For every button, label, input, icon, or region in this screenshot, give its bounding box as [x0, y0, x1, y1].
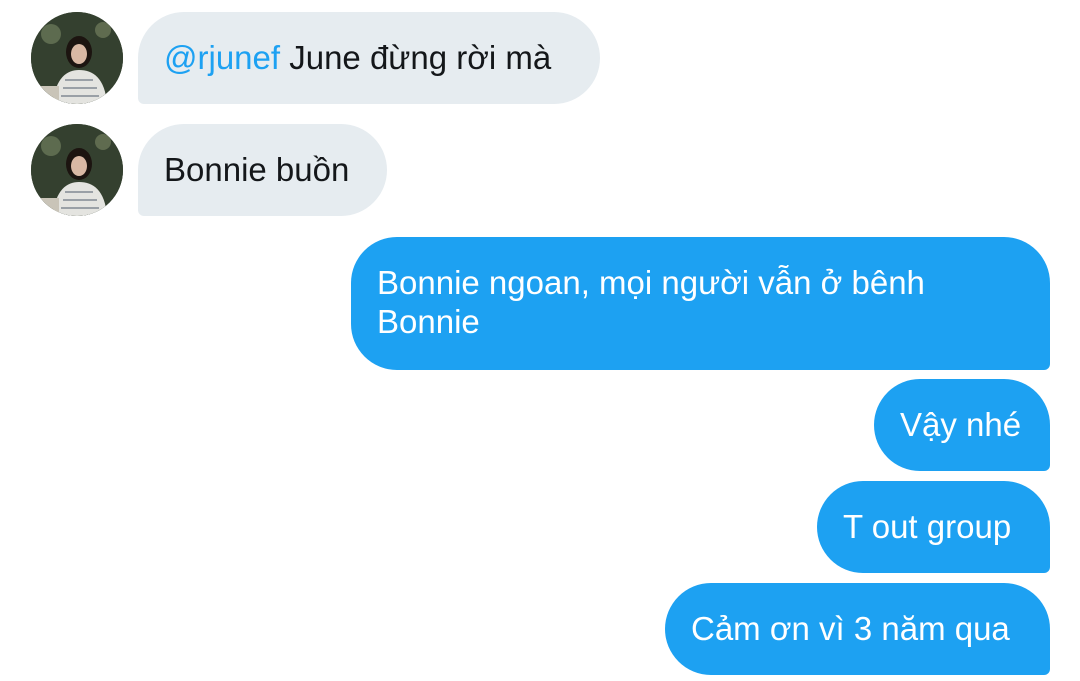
message-text: T out group: [843, 508, 1012, 545]
outgoing-message-bubble[interactable]: Vậy nhé: [874, 379, 1050, 471]
incoming-message-bubble[interactable]: Bonnie buồn: [138, 124, 387, 216]
incoming-message-bubble[interactable]: @rjunef June đừng rời mà: [138, 12, 600, 104]
outgoing-message-bubble[interactable]: Cảm ơn vì 3 năm qua: [665, 583, 1050, 675]
outgoing-message-bubble[interactable]: T out group: [817, 481, 1050, 573]
avatar-photo-icon: [31, 12, 123, 104]
message-text: Bonnie buồn: [164, 151, 350, 188]
message-text: June đừng rời mà: [280, 39, 552, 76]
sender-avatar[interactable]: [31, 124, 123, 216]
message-text: Vậy nhé: [900, 406, 1022, 443]
message-text: Bonnie ngoan, mọi người vẫn ở bênh Bonni…: [377, 264, 925, 340]
sender-avatar[interactable]: [31, 12, 123, 104]
message-text: Cảm ơn vì 3 năm qua: [691, 610, 1010, 647]
avatar-photo-icon: [31, 124, 123, 216]
message-thread: @rjunef June đừng rời mà Bonnie buồn Bon…: [0, 0, 1080, 681]
mention-link[interactable]: @rjunef: [164, 39, 280, 76]
outgoing-message-bubble[interactable]: Bonnie ngoan, mọi người vẫn ở bênh Bonni…: [351, 237, 1050, 370]
